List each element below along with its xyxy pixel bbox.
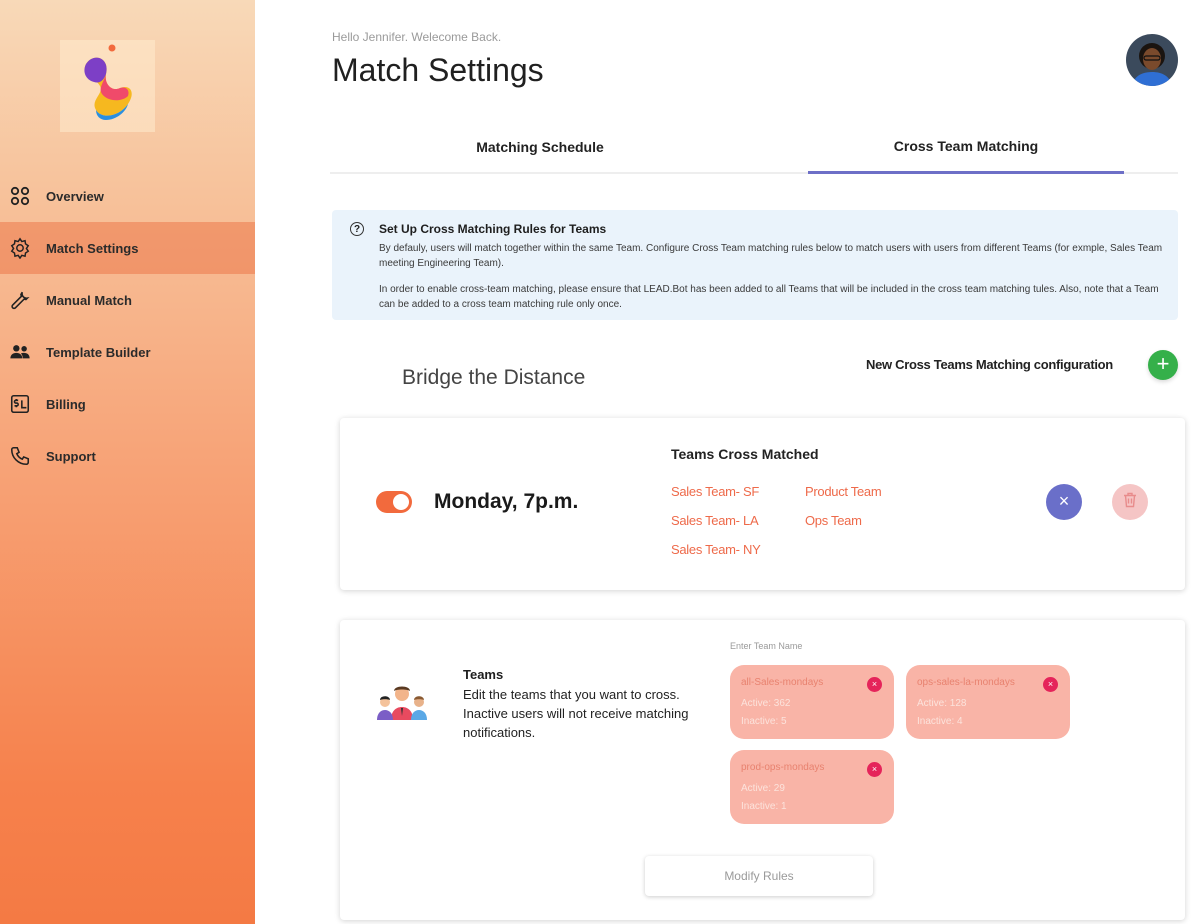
sidebar: Overview Match Settings Manual Match Tem… [0, 0, 255, 924]
team-link[interactable]: Sales Team- SF [671, 484, 759, 499]
teams-title: Teams [463, 667, 504, 682]
add-config-button[interactable]: + [1148, 350, 1178, 380]
sidebar-item-billing[interactable]: Billing [0, 378, 255, 430]
team-name-input-label: Enter Team Name [730, 641, 803, 651]
sidebar-item-match-settings[interactable]: Match Settings [0, 222, 255, 274]
tab-cross-team-matching[interactable]: Cross Team Matching [808, 120, 1124, 174]
team-link[interactable]: Ops Team [805, 513, 862, 528]
section-title: Bridge the Distance [402, 366, 586, 389]
schedule-time: Monday, 7p.m. [434, 490, 579, 513]
teams-description: Edit the teams that you want to cross. I… [463, 687, 689, 740]
gear-icon [8, 236, 32, 260]
sidebar-item-label: Overview [46, 188, 104, 204]
chip-active-count: Active: 29 [741, 783, 785, 794]
team-link[interactable]: Sales Team- NY [671, 542, 761, 557]
teams-cross-matched-title: Teams Cross Matched [671, 446, 819, 462]
app-logo[interactable] [60, 40, 155, 132]
remove-chip-icon[interactable]: × [867, 762, 882, 777]
remove-chip-icon[interactable]: × [1043, 677, 1058, 692]
sidebar-item-template-builder[interactable]: Template Builder [0, 326, 255, 378]
overview-icon [8, 184, 32, 208]
team-chip[interactable]: prod-ops-mondays Active: 29 Inactive: 1 … [730, 750, 894, 824]
team-chip[interactable]: ops-sales-la-mondays Active: 128 Inactiv… [906, 665, 1070, 739]
delete-button[interactable] [1112, 484, 1148, 520]
help-circle-icon: ? [350, 222, 364, 236]
team-chip[interactable]: all-Sales-mondays Active: 362 Inactive: … [730, 665, 894, 739]
chip-name: prod-ops-mondays [741, 762, 825, 773]
modify-rules-button[interactable]: Modify Rules [645, 856, 873, 896]
sidebar-item-label: Manual Match [46, 292, 132, 308]
info-banner: ? Set Up Cross Matching Rules for Teams … [332, 210, 1178, 320]
sidebar-item-label: Support [46, 448, 96, 464]
tab-matching-schedule[interactable]: Matching Schedule [330, 120, 750, 174]
greeting-text: Hello Jennifer. Welecome Back. [332, 30, 502, 44]
teams-illustration [372, 680, 432, 726]
page-title: Match Settings [332, 52, 544, 88]
people-icon [8, 340, 32, 364]
teams-card: Teams Edit the teams that you want to cr… [340, 620, 1185, 920]
rule-toggle[interactable] [376, 491, 412, 513]
info-paragraph: In order to enable cross-team matching, … [379, 284, 1159, 310]
sidebar-item-support[interactable]: Support [0, 430, 255, 482]
tab-bar: Matching Schedule Cross Team Matching [330, 120, 1178, 174]
sidebar-item-label: Match Settings [46, 240, 139, 256]
sidebar-nav: Overview Match Settings Manual Match Tem… [0, 170, 255, 482]
team-link[interactable]: Product Team [805, 484, 882, 499]
remove-chip-icon[interactable]: × [867, 677, 882, 692]
rule-card: Monday, 7p.m. Teams Cross Matched Sales … [340, 418, 1185, 590]
chip-inactive-count: Inactive: 1 [741, 801, 787, 812]
team-link[interactable]: Sales Team- LA [671, 513, 759, 528]
new-config-label: New Cross Teams Matching configuration [866, 357, 1113, 372]
info-paragraph: By defauly, users will match together wi… [379, 243, 1163, 269]
chip-name: all-Sales-mondays [741, 677, 824, 688]
wrench-icon [8, 288, 32, 312]
sidebar-item-label: Template Builder [46, 344, 151, 360]
chip-inactive-count: Inactive: 4 [917, 716, 963, 727]
chip-name: ops-sales-la-mondays [917, 677, 1015, 688]
billing-icon [8, 392, 32, 416]
info-title: Set Up Cross Matching Rules for Teams [379, 222, 607, 236]
close-button[interactable]: × [1046, 484, 1082, 520]
chip-active-count: Active: 362 [741, 698, 791, 709]
sidebar-item-overview[interactable]: Overview [0, 170, 255, 222]
avatar[interactable] [1126, 34, 1178, 86]
trash-icon [1123, 492, 1137, 513]
sidebar-item-manual-match[interactable]: Manual Match [0, 274, 255, 326]
chip-inactive-count: Inactive: 5 [741, 716, 787, 727]
sidebar-item-label: Billing [46, 396, 86, 412]
chip-active-count: Active: 128 [917, 698, 967, 709]
phone-icon [8, 444, 32, 468]
